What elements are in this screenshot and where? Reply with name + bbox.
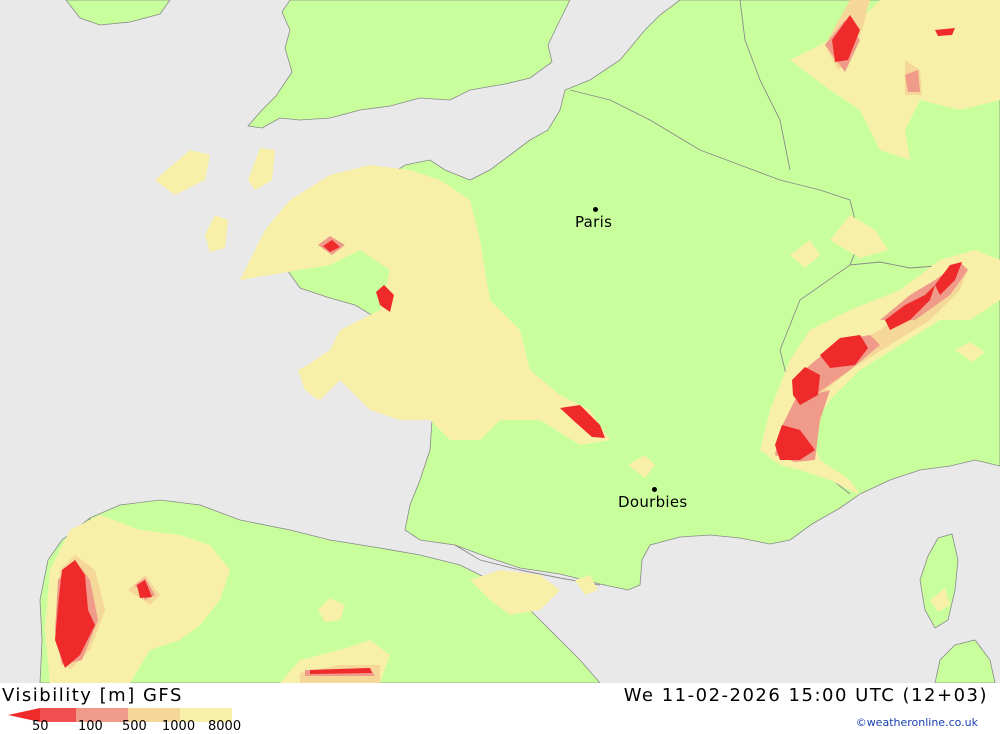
legend-label-500: 500 <box>122 719 147 734</box>
legend-label-8000: 8000 <box>208 719 242 734</box>
map-canvas <box>0 0 1000 683</box>
city-label-dourbies: Dourbies <box>618 493 688 511</box>
legend-label-50: 50 <box>32 719 49 734</box>
credit-link[interactable]: ©weatheronline.co.uk <box>856 716 978 729</box>
legend-label-1000: 1000 <box>162 719 196 734</box>
dourbies-marker <box>652 487 657 492</box>
map-title: Visibility [m] GFS <box>2 685 183 706</box>
map-footer: Visibility [m] GFS We 11-02-2026 15:00 U… <box>0 683 1000 734</box>
legend-label-100: 100 <box>78 719 103 734</box>
paris-marker <box>593 207 598 212</box>
valid-time: We 11-02-2026 15:00 UTC (12+03) <box>623 685 988 706</box>
city-label-paris: Paris <box>575 213 613 231</box>
visibility-map[interactable]: Paris Dourbies <box>0 0 1000 683</box>
